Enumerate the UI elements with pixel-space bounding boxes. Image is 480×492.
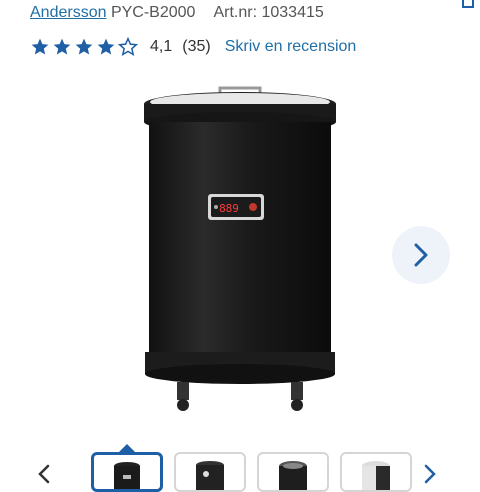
star-outline-icon [118, 37, 138, 57]
thumbnail-2[interactable] [174, 452, 246, 492]
write-review-link[interactable]: Skriv en recension [225, 38, 357, 56]
article-label: Art.nr: [213, 4, 258, 21]
temperature-display: 889 [219, 202, 239, 215]
chevron-left-icon[interactable] [38, 464, 50, 484]
rating-count: (35) [182, 38, 211, 55]
rating-row: 4,1 (35) Skriv en recension [30, 36, 356, 58]
thumbnail-1[interactable] [91, 452, 163, 492]
thumbnail-strip [0, 440, 480, 492]
thumbnail-4[interactable] [340, 452, 412, 492]
star-icon [53, 38, 71, 55]
product-image: 889 [144, 86, 336, 411]
star-icon [31, 38, 49, 55]
chevron-right-icon[interactable] [424, 464, 436, 484]
chevron-right-icon [414, 243, 428, 267]
thumbnail-3[interactable] [257, 452, 329, 492]
model-number: PYC-B2000 [110, 4, 196, 21]
rating-score: 4,1 [150, 38, 173, 55]
star-icon [75, 38, 93, 55]
product-meta-line: Andersson PYC-B2000 Art.nr: 1033415 [30, 4, 324, 22]
article-number: 1033415 [261, 4, 324, 21]
star-rating[interactable] [30, 37, 138, 57]
next-image-button[interactable] [392, 226, 450, 284]
share-icon[interactable] [460, 0, 476, 12]
brand-link[interactable]: Andersson [30, 4, 107, 21]
star-icon [97, 38, 115, 55]
